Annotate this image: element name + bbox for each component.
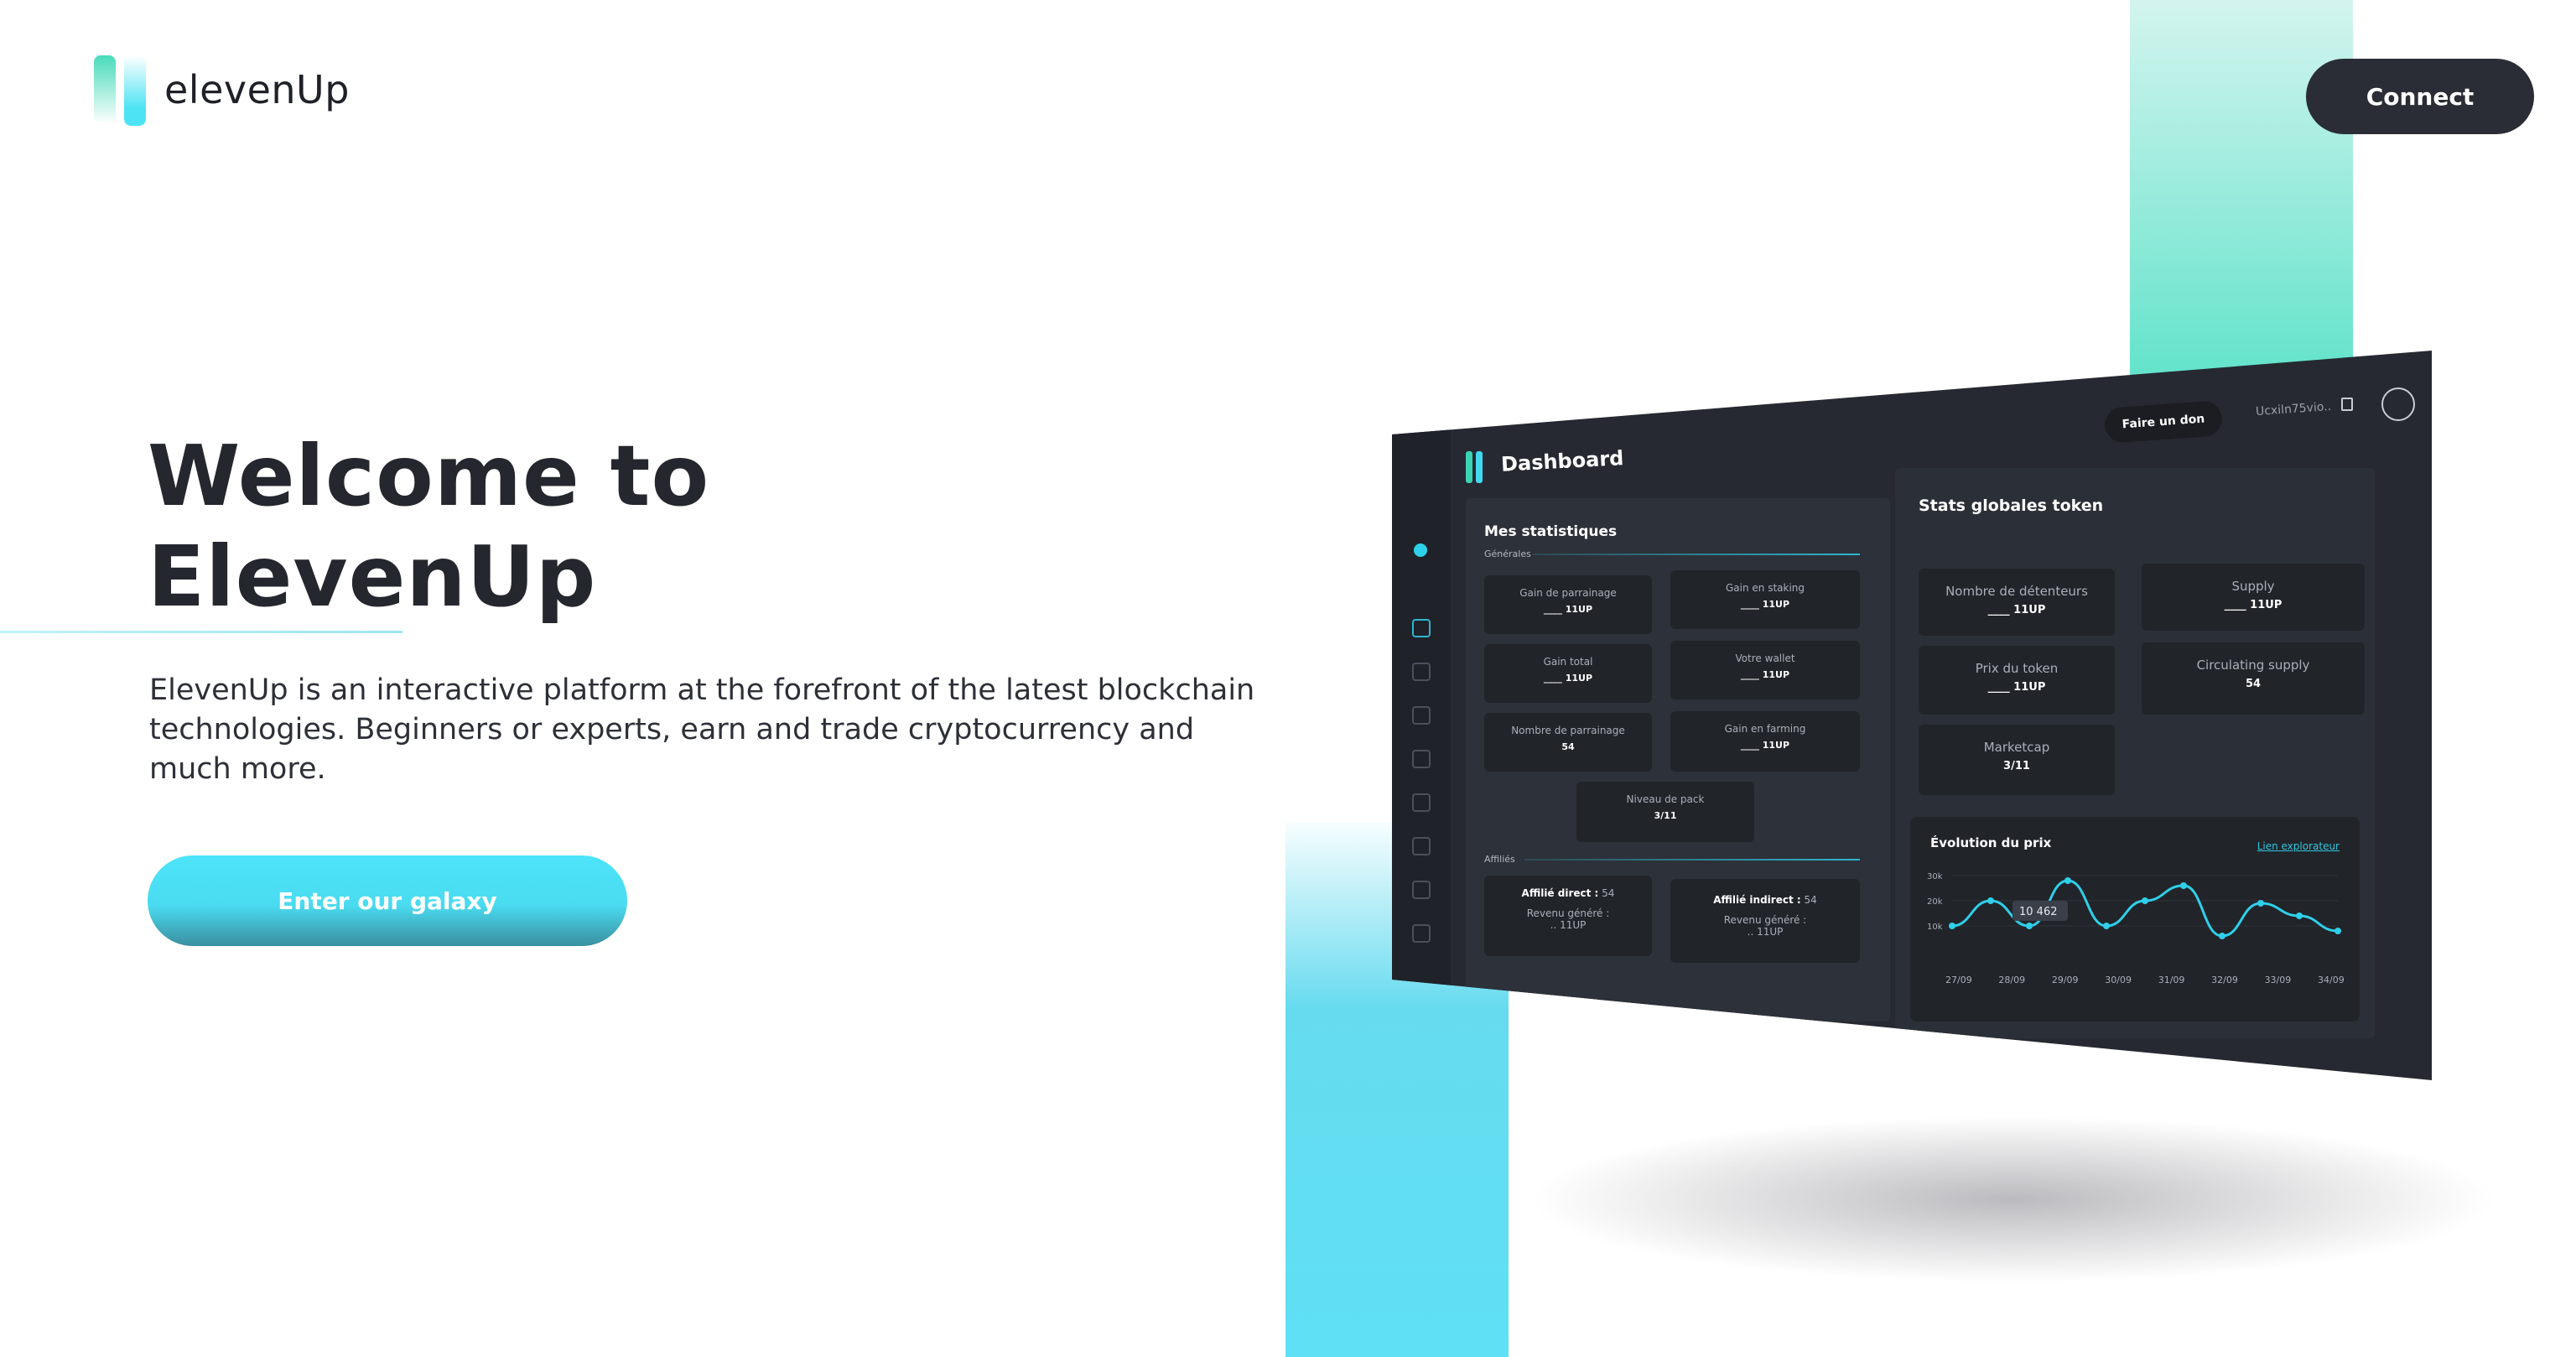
hero-title-line1: Welcome to (148, 427, 710, 525)
stat-card: Gain en farming ____ 11UP (1670, 711, 1860, 772)
copy-icon (2341, 398, 2353, 411)
chart-y-tick: 10k (1927, 923, 1943, 932)
price-point (2064, 877, 2071, 884)
price-point (2296, 912, 2303, 919)
route-icon (1412, 663, 1431, 681)
global-stat-card: Circulating supply 54 (2142, 642, 2365, 715)
affilies-divider (1524, 859, 1860, 860)
shield-icon (1412, 924, 1431, 943)
chart-tooltip-value: 10 462 (2019, 906, 2058, 918)
stat-card: Votre wallet ____ 11UP (1670, 641, 1860, 699)
explorer-link: Lien explorateur (2257, 840, 2340, 852)
global-stat-card: Marketcap 3/11 (1919, 725, 2115, 795)
mockup-shadow (1526, 1115, 2499, 1283)
mock-logo-icon (1466, 451, 1483, 483)
price-point (2334, 928, 2341, 934)
chart-x-tick: 28/09 (1998, 975, 2025, 985)
stats-globales-title: Stats globales token (1919, 497, 2104, 515)
wallet-icon (2381, 387, 2415, 421)
users-icon (1412, 837, 1431, 855)
price-point (2026, 923, 2033, 929)
global-stat-card: Nombre de détenteurs ____ 11UP (1919, 569, 2115, 636)
decorative-teal-strip (2130, 0, 2353, 394)
price-point (1949, 923, 1955, 929)
affiliate-indirect-card: Affilié indirect : 54 Revenu généré : ..… (1670, 879, 1860, 963)
price-point (1987, 897, 1994, 904)
cart-icon (1412, 706, 1431, 725)
chart-x-tick: 31/09 (2158, 975, 2185, 985)
mes-stats-panel: Mes statistiques Générales Gain de parra… (1466, 498, 1890, 1022)
power-icon (1412, 1022, 1427, 1037)
price-point (2180, 882, 2187, 889)
chart-y-tick: 30k (1927, 872, 1943, 881)
logo-text: elevenUp (164, 67, 350, 112)
price-point (2219, 933, 2225, 939)
generales-divider (1533, 554, 1860, 555)
generales-label: Générales (1484, 549, 1531, 559)
price-point (2257, 900, 2264, 907)
enter-galaxy-button[interactable]: Enter our galaxy (148, 855, 627, 946)
stat-card: Nombre de parrainage 54 (1484, 713, 1652, 772)
chart-y-tick: 20k (1927, 897, 1943, 907)
mock-wallet-address: Ucxiln75vio.. (2255, 399, 2332, 419)
stat-card: Gain de parrainage ____ 11UP (1484, 575, 1652, 634)
chart-x-tick: 27/09 (1945, 975, 1972, 985)
chart-x-tick: 29/09 (2052, 975, 2079, 985)
chart-x-tick: 30/09 (2105, 975, 2132, 985)
affilies-label: Affiliés (1484, 854, 1515, 865)
mes-stats-title: Mes statistiques (1484, 523, 1618, 540)
price-line-series (1951, 879, 2339, 938)
dashboard-screen: Dashboard Faire un don Ucxiln75vio.. Mes… (1392, 351, 2432, 1080)
image-icon (1412, 793, 1431, 812)
mock-dashboard-title: Dashboard (1500, 446, 1625, 476)
mock-donate-button: Faire un don (2103, 400, 2224, 444)
dashboard-grid-icon (1412, 619, 1431, 637)
fingerprint-icon (1412, 881, 1431, 899)
logo[interactable]: elevenUp (94, 52, 350, 127)
hero-divider (0, 631, 402, 633)
price-chart-title: Évolution du prix (1930, 835, 2052, 850)
connect-button[interactable]: Connect (2306, 59, 2534, 134)
mock-sidebar (1392, 418, 1451, 1037)
hero-title-line2: ElevenUp (148, 528, 597, 626)
stat-card: Gain en staking ____ 11UP (1670, 570, 1860, 629)
hero-description: ElevenUp is an interactive platform at t… (149, 673, 1255, 786)
price-point (2103, 923, 2110, 929)
settings-icon (1412, 750, 1431, 768)
mock-status-dot-icon (1414, 543, 1427, 557)
price-chart-panel: Évolution du prix Lien explorateur 30k 20… (1910, 817, 2360, 1022)
hero-title: Welcome to ElevenUp (148, 426, 709, 627)
logo-mark-icon (94, 52, 151, 127)
price-chart: 30k 20k 10k 27/09 28/09 29/09 30/09 31/09 32/09 3… (1927, 872, 2345, 985)
dashboard-mockup: Dashboard Faire un don Ucxiln75vio.. Mes… (1392, 351, 2432, 1080)
chart-x-tick: 32/09 (2211, 975, 2238, 985)
stat-card: Gain total ____ 11UP (1484, 644, 1652, 703)
chart-x-tick: 34/09 (2318, 975, 2345, 985)
chart-x-tick: 33/09 (2265, 975, 2292, 985)
price-point (2142, 897, 2148, 904)
stat-card: Niveau de pack 3/11 (1576, 782, 1754, 842)
global-stat-card: Supply ____ 11UP (2142, 564, 2365, 631)
chart-tooltip: 10 462 (2012, 901, 2068, 921)
affiliate-direct-card: Affilié direct : 54 Revenu généré : .. 1… (1484, 876, 1652, 956)
global-stat-card: Prix du token ____ 11UP (1919, 646, 2115, 715)
